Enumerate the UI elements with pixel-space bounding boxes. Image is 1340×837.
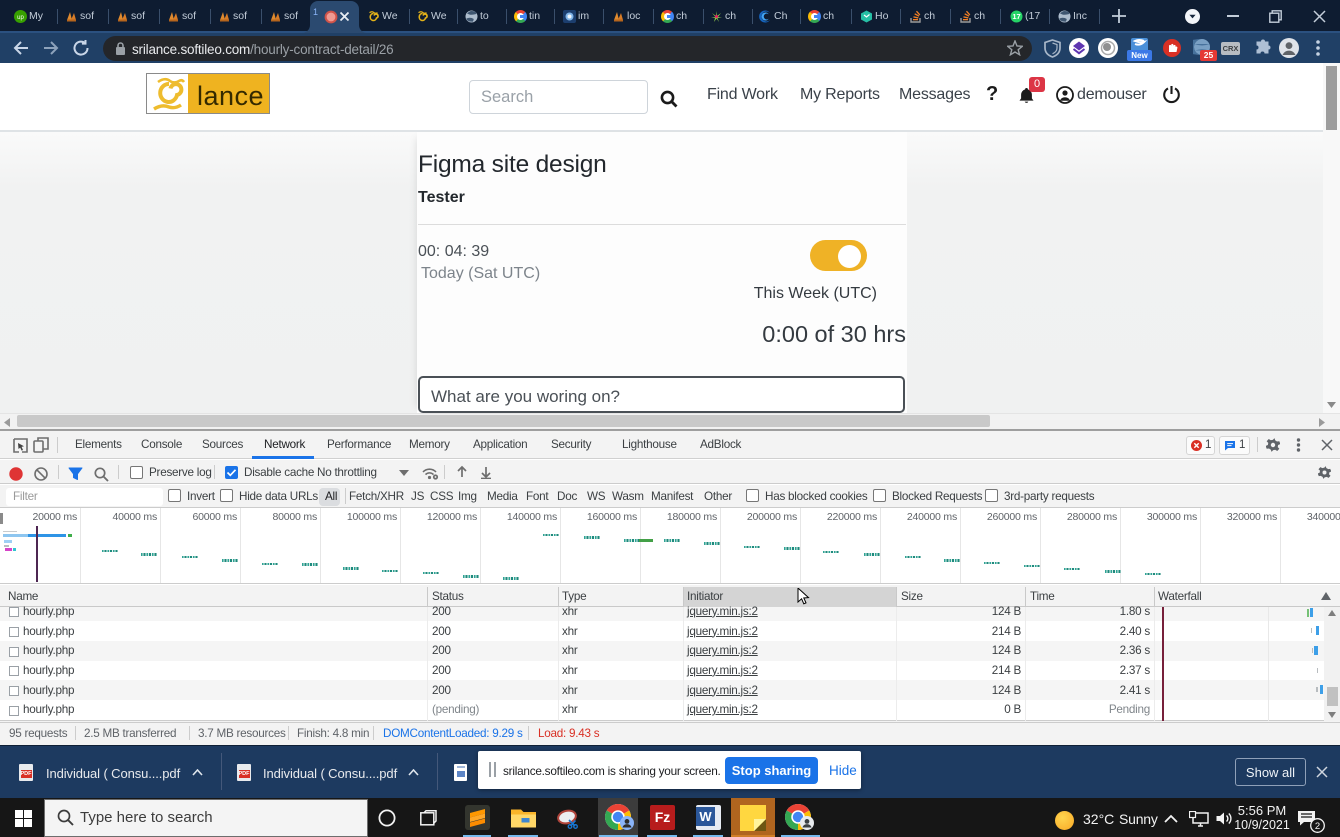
svg-text:17: 17: [1012, 12, 1020, 21]
svg-text:2: 2: [1315, 821, 1320, 832]
svg-text:up: up: [17, 15, 24, 21]
